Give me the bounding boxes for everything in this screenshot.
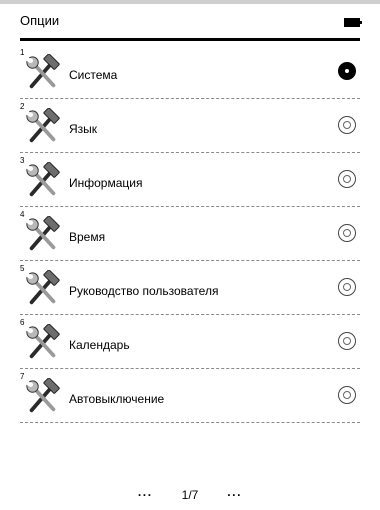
option-label: Руководство пользователя bbox=[69, 284, 219, 298]
tools-icon bbox=[24, 107, 62, 146]
tools-icon bbox=[24, 161, 62, 200]
option-label: Время bbox=[69, 230, 106, 244]
option-radio[interactable] bbox=[338, 278, 356, 296]
next-page-button[interactable]: ··· bbox=[220, 488, 250, 502]
option-radio[interactable] bbox=[338, 224, 356, 242]
option-radio[interactable] bbox=[338, 170, 356, 188]
option-row[interactable]: 1 Система bbox=[20, 45, 360, 99]
tools-icon bbox=[24, 215, 62, 254]
options-list: 1 Система 2 Язык 3 Информация 4 Время 5 … bbox=[20, 45, 360, 423]
option-row[interactable]: 4 Время bbox=[20, 207, 360, 261]
option-label: Автовыключение bbox=[69, 392, 165, 406]
option-radio[interactable] bbox=[338, 386, 356, 404]
option-label: Информация bbox=[69, 176, 143, 190]
pagination: ··· 1/7 ··· bbox=[0, 488, 380, 504]
header-divider bbox=[20, 38, 360, 41]
option-radio[interactable] bbox=[338, 332, 356, 350]
tools-icon bbox=[24, 323, 62, 362]
option-radio[interactable] bbox=[338, 62, 356, 80]
option-row[interactable]: 5 Руководство пользователя bbox=[20, 261, 360, 315]
options-screen: Опции 1 Система 2 Язык 3 Информация 4 Вр… bbox=[0, 0, 380, 510]
option-label: Система bbox=[69, 68, 118, 82]
option-label: Язык bbox=[69, 122, 98, 136]
option-row[interactable]: 3 Информация bbox=[20, 153, 360, 207]
battery-icon bbox=[344, 18, 362, 27]
option-row[interactable]: 2 Язык bbox=[20, 99, 360, 153]
tools-icon bbox=[24, 377, 62, 416]
page-indicator: 1/7 bbox=[181, 488, 199, 502]
header: Опции bbox=[20, 4, 362, 40]
option-row[interactable]: 7 Автовыключение bbox=[20, 369, 360, 423]
prev-page-button[interactable]: ··· bbox=[130, 488, 160, 502]
tools-icon bbox=[24, 53, 62, 92]
tools-icon bbox=[24, 269, 62, 308]
option-radio[interactable] bbox=[338, 116, 356, 134]
page-title: Опции bbox=[20, 13, 60, 28]
option-row[interactable]: 6 Календарь bbox=[20, 315, 360, 369]
option-label: Календарь bbox=[69, 338, 130, 352]
